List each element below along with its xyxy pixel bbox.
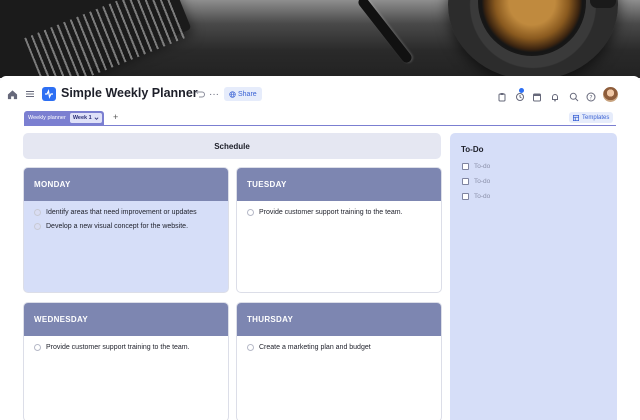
day-card-thursday[interactable]: THURSDAY Create a marketing plan and bud…	[236, 302, 442, 420]
tab-week-label: Week 1	[72, 115, 92, 121]
day-card-tuesday[interactable]: TUESDAY Provide customer support trainin…	[236, 167, 442, 293]
task-text: Provide customer support training to the…	[259, 208, 403, 216]
calendar-icon[interactable]	[532, 89, 543, 102]
share-label: Share	[238, 90, 257, 98]
clipboard-icon[interactable]	[497, 89, 508, 102]
task-item[interactable]: Identify areas that need improvement or …	[34, 205, 218, 219]
task-checkbox[interactable]	[34, 343, 41, 351]
task-item[interactable]: Provide customer support training to the…	[247, 205, 431, 219]
day-card-wednesday[interactable]: WEDNESDAY Provide customer support train…	[23, 302, 229, 420]
task-item[interactable]: Provide customer support training to the…	[34, 340, 218, 354]
add-tab-button[interactable]: +	[113, 112, 118, 122]
todo-checkbox[interactable]	[462, 178, 469, 185]
cup-handle	[590, 0, 616, 8]
todo-text: To-do	[474, 163, 491, 170]
notification-dot	[519, 88, 524, 93]
todo-item[interactable]: To-do	[462, 178, 490, 185]
cover-image	[0, 0, 640, 78]
task-text: Identify areas that need improvement or …	[46, 208, 197, 216]
home-icon[interactable]	[6, 88, 18, 100]
todo-panel: To-Do To-do To-do To-do	[450, 133, 617, 420]
top-bar: Simple Weekly Planner ··· Share ?	[0, 76, 640, 112]
schedule-header: Schedule	[23, 133, 441, 159]
share-button[interactable]: Share	[224, 87, 262, 101]
task-text: Develop a new visual concept for the web…	[46, 222, 189, 230]
task-checkbox[interactable]	[247, 343, 254, 351]
task-item[interactable]: Create a marketing plan and budget	[247, 340, 431, 354]
tab-group-label: Weekly planner	[28, 115, 66, 121]
tab-group-weekly-planner[interactable]: Weekly planner Week 1	[24, 111, 104, 125]
todo-text: To-do	[474, 193, 491, 200]
app-window: Simple Weekly Planner ··· Share ? Weekly…	[0, 76, 640, 420]
todo-title: To-Do	[461, 145, 484, 154]
menu-icon[interactable]	[24, 88, 36, 100]
day-header: THURSDAY	[237, 303, 441, 336]
svg-text:?: ?	[589, 94, 592, 101]
todo-item[interactable]: To-do	[462, 163, 490, 170]
task-item[interactable]: Develop a new visual concept for the web…	[34, 219, 218, 233]
page-title[interactable]: Simple Weekly Planner	[61, 86, 198, 100]
pen-shape	[356, 0, 414, 65]
templates-icon	[573, 114, 579, 121]
todo-text: To-do	[474, 178, 491, 185]
day-card-monday[interactable]: MONDAY Identify areas that need improvem…	[23, 167, 229, 293]
task-text: Provide customer support training to the…	[46, 343, 190, 351]
search-icon[interactable]	[569, 89, 580, 102]
todo-checkbox[interactable]	[462, 163, 469, 170]
globe-icon	[229, 90, 236, 98]
undo-icon[interactable]	[194, 88, 206, 100]
task-checkbox[interactable]	[34, 208, 41, 216]
tab-week-1[interactable]: Week 1	[69, 113, 102, 123]
task-text: Create a marketing plan and budget	[259, 343, 371, 351]
day-header: WEDNESDAY	[24, 303, 228, 336]
todo-checkbox[interactable]	[462, 193, 469, 200]
bell-icon[interactable]	[550, 89, 561, 102]
chevron-down-icon	[94, 116, 99, 120]
templates-button[interactable]: Templates	[569, 112, 614, 123]
app-logo-icon	[42, 87, 56, 101]
task-checkbox[interactable]	[34, 222, 41, 230]
day-header: MONDAY	[24, 168, 228, 201]
day-header: TUESDAY	[237, 168, 441, 201]
templates-label: Templates	[582, 114, 610, 121]
todo-item[interactable]: To-do	[462, 193, 490, 200]
more-icon[interactable]: ···	[208, 88, 220, 100]
tab-divider	[24, 125, 616, 126]
help-icon[interactable]: ?	[586, 89, 597, 102]
avatar[interactable]	[603, 87, 618, 102]
task-checkbox[interactable]	[247, 208, 254, 216]
tab-bar: Weekly planner Week 1 + Templates	[0, 110, 640, 126]
